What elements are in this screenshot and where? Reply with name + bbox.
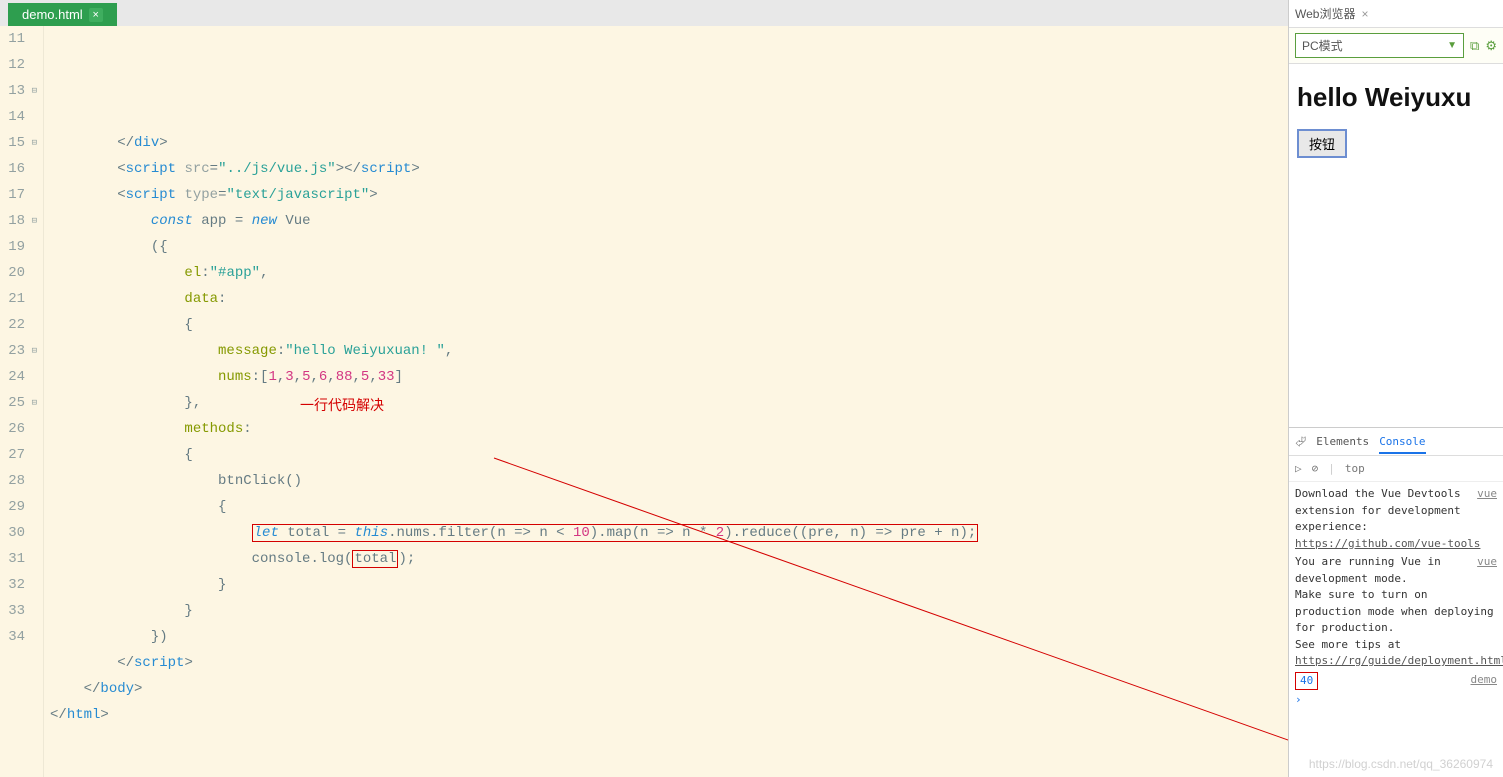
gutter-row: 31	[0, 546, 37, 572]
browser-viewport: hello Weiyuxu 按钮	[1289, 64, 1503, 427]
gutter-row: 26	[0, 416, 37, 442]
code-line[interactable]: {	[50, 442, 1288, 468]
file-tab-label: demo.html	[22, 7, 83, 22]
page-button[interactable]: 按钮	[1297, 129, 1347, 158]
browser-panel-tabbar: Web浏览器 ×	[1289, 0, 1503, 28]
mode-select-value: PC模式	[1302, 37, 1343, 54]
close-icon[interactable]: ×	[1361, 7, 1368, 21]
gutter-row: 25⊟	[0, 390, 37, 416]
new-window-icon[interactable]: ⧉	[1470, 38, 1479, 54]
code-line[interactable]: <script src="../js/vue.js"></script>	[50, 156, 1288, 182]
mode-select[interactable]: PC模式 ▼	[1295, 33, 1464, 58]
code-line[interactable]: el:"#app",	[50, 260, 1288, 286]
code-area[interactable]: 111213⊟1415⊟161718⊟1920212223⊟2425⊟26272…	[0, 26, 1288, 777]
gutter-row: 32	[0, 572, 37, 598]
devtools-panel: ⮰ Elements Console ▷ ⊘ | top vue Downloa…	[1289, 427, 1503, 777]
chevron-down-icon: ▼	[1447, 40, 1457, 51]
gutter-row: 34	[0, 624, 37, 650]
code-body[interactable]: 一行代码解决 </div> <script src="../js/vue.js"…	[44, 26, 1288, 777]
browser-toolbar: PC模式 ▼ ⧉ ⚙	[1289, 28, 1503, 64]
gutter-row: 24	[0, 364, 37, 390]
code-line[interactable]	[50, 728, 1288, 754]
editor-tab-bar: demo.html ×	[0, 0, 1288, 26]
gutter-row: 16	[0, 156, 37, 182]
code-line[interactable]: })	[50, 624, 1288, 650]
gutter-row: 28	[0, 468, 37, 494]
code-line[interactable]: <script type="text/javascript">	[50, 182, 1288, 208]
gutter-row: 19	[0, 234, 37, 260]
gutter-row: 13⊟	[0, 78, 37, 104]
console-message: vue You are running Vue in development m…	[1295, 554, 1497, 670]
gear-icon[interactable]: ⚙	[1485, 38, 1497, 54]
code-line[interactable]: </body>	[50, 676, 1288, 702]
gutter-row: 18⊟	[0, 208, 37, 234]
gutter-row: 30	[0, 520, 37, 546]
console-prompt[interactable]: ›	[1295, 692, 1497, 709]
code-line[interactable]: let total = this.nums.filter(n => n < 10…	[50, 520, 1288, 546]
annotation-text: 一行代码解决	[300, 392, 384, 418]
code-line[interactable]: </script>	[50, 650, 1288, 676]
line-gutter: 111213⊟1415⊟161718⊟1920212223⊟2425⊟26272…	[0, 26, 44, 777]
code-line[interactable]: const app = new Vue	[50, 208, 1288, 234]
gutter-row: 11	[0, 26, 37, 52]
browser-panel-title: Web浏览器	[1295, 5, 1355, 22]
inspect-icon[interactable]: ⮰	[1295, 434, 1306, 450]
gutter-row: 22	[0, 312, 37, 338]
gutter-row: 27	[0, 442, 37, 468]
console-output-value: 40	[1295, 672, 1318, 691]
file-tab[interactable]: demo.html ×	[8, 3, 117, 26]
code-line[interactable]: {	[50, 312, 1288, 338]
console-source-link[interactable]: vue	[1477, 486, 1497, 503]
console-message: vue Download the Vue Devtools extension …	[1295, 486, 1497, 552]
scope-selector[interactable]: top	[1345, 462, 1365, 475]
tab-console[interactable]: Console	[1379, 435, 1425, 454]
code-line[interactable]: {	[50, 494, 1288, 520]
play-icon[interactable]: ▷	[1295, 462, 1302, 475]
code-line[interactable]: ({	[50, 234, 1288, 260]
code-line[interactable]: }	[50, 598, 1288, 624]
preview-devtools-pane: Web浏览器 × PC模式 ▼ ⧉ ⚙ hello Weiyuxu 按钮 ⮰ E…	[1289, 0, 1503, 777]
editor-pane: demo.html × 111213⊟1415⊟161718⊟192021222…	[0, 0, 1289, 777]
gutter-row: 14	[0, 104, 37, 130]
code-line[interactable]: </html>	[50, 702, 1288, 728]
console-log-row: demo 40	[1295, 672, 1497, 691]
code-line[interactable]: message:"hello Weiyuxuan! ",	[50, 338, 1288, 364]
devtools-tabs: ⮰ Elements Console	[1289, 428, 1503, 456]
code-line[interactable]: data:	[50, 286, 1288, 312]
console-output[interactable]: vue Download the Vue Devtools extension …	[1289, 482, 1503, 777]
code-line[interactable]: }	[50, 572, 1288, 598]
gutter-row: 21	[0, 286, 37, 312]
code-line[interactable]: nums:[1,3,5,6,88,5,33]	[50, 364, 1288, 390]
code-line[interactable]: },	[50, 390, 1288, 416]
console-source-link[interactable]: vue	[1477, 554, 1497, 571]
gutter-row: 17	[0, 182, 37, 208]
gutter-row: 23⊟	[0, 338, 37, 364]
clear-icon[interactable]: ⊘	[1312, 462, 1319, 475]
chevron-right-icon: ›	[1295, 693, 1302, 706]
code-line[interactable]: btnClick()	[50, 468, 1288, 494]
code-line[interactable]: </div>	[50, 130, 1288, 156]
gutter-row: 20	[0, 260, 37, 286]
gutter-row: 33	[0, 598, 37, 624]
code-line[interactable]: console.log(total);	[50, 546, 1288, 572]
watermark-text: https://blog.csdn.net/qq_36260974	[1309, 757, 1493, 771]
gutter-row: 12	[0, 52, 37, 78]
console-link[interactable]: https://github.com/vue-tools	[1295, 537, 1480, 550]
code-line[interactable]: methods:	[50, 416, 1288, 442]
gutter-row: 29	[0, 494, 37, 520]
console-link[interactable]: https://rg/guide/deployment.html	[1295, 654, 1503, 667]
page-heading: hello Weiyuxu	[1297, 82, 1495, 113]
tab-elements[interactable]: Elements	[1316, 435, 1369, 448]
console-source-link[interactable]: demo	[1471, 672, 1498, 689]
gutter-row: 15⊟	[0, 130, 37, 156]
console-toolbar: ▷ ⊘ | top	[1289, 456, 1503, 482]
close-icon[interactable]: ×	[89, 8, 103, 22]
